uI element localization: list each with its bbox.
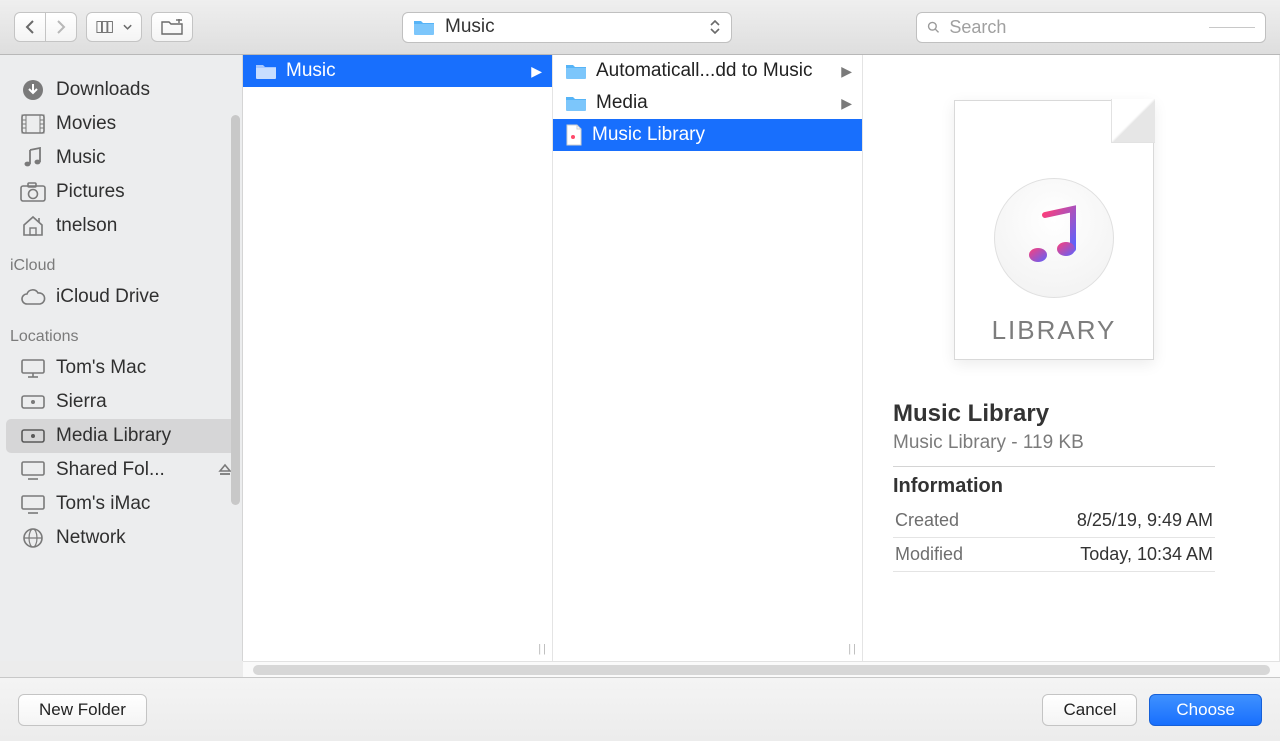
preview-pane: LIBRARY Music Library Music Library - 11… [863, 55, 1245, 661]
sidebar-label: Network [56, 527, 126, 549]
file-row-music-library[interactable]: Music Library [553, 119, 862, 151]
preview-subtitle: Music Library - 119 KB [893, 432, 1215, 467]
folder-row-media[interactable]: Media ▶ [553, 87, 862, 119]
back-button[interactable] [14, 12, 46, 42]
row-label: Media [596, 92, 648, 114]
choose-button[interactable]: Choose [1149, 694, 1262, 726]
dropdown-chevrons-icon [709, 20, 721, 34]
eject-icon[interactable] [218, 463, 232, 477]
sidebar-scrollbar[interactable] [231, 115, 240, 505]
view-mode-button[interactable] [86, 12, 142, 42]
divider [1209, 27, 1255, 28]
desktop-icon [20, 357, 46, 379]
sidebar-label: Pictures [56, 181, 125, 203]
sidebar-item-toms-imac[interactable]: Tom's iMac [0, 487, 242, 521]
nav-back-forward [14, 12, 77, 42]
forward-button[interactable] [45, 12, 77, 42]
sidebar-item-home[interactable]: tnelson [0, 209, 242, 243]
desktop-icon [20, 459, 46, 481]
home-icon [20, 215, 46, 237]
info-value: Today, 10:34 AM [1080, 544, 1213, 565]
search-icon [927, 19, 939, 35]
folder-icon [565, 94, 587, 112]
sidebar-label: Sierra [56, 391, 107, 413]
chevron-right-icon: ▶ [841, 63, 852, 80]
info-key: Modified [895, 544, 963, 565]
download-icon [20, 79, 46, 101]
preview-info-heading: Information [893, 475, 1215, 498]
sidebar-item-shared-folder[interactable]: Shared Fol... [0, 453, 242, 487]
sidebar: Downloads Movies Music Pictures tnelson [0, 55, 243, 661]
sidebar-item-toms-mac[interactable]: Tom's Mac [0, 351, 242, 385]
new-folder-toolbar-button[interactable] [151, 12, 193, 42]
info-key: Created [895, 510, 959, 531]
preview-title: Music Library [893, 400, 1215, 428]
folder-icon [255, 62, 277, 80]
main-area: Downloads Movies Music Pictures tnelson [0, 55, 1280, 661]
sidebar-heading-icloud: iCloud [0, 243, 242, 280]
sidebar-item-pictures[interactable]: Pictures [0, 175, 242, 209]
sidebar-item-network[interactable]: Network [0, 521, 242, 555]
column-2: Automaticall...dd to Music ▶ Media ▶ Mus… [553, 55, 863, 661]
globe-icon [20, 527, 46, 549]
music-icon [20, 147, 46, 169]
row-label: Automaticall...dd to Music [596, 60, 812, 82]
column-1: Music ▶ || [243, 55, 553, 661]
sidebar-label: tnelson [56, 215, 117, 237]
column-resize-handle[interactable]: || [848, 643, 858, 655]
sidebar-label: Movies [56, 113, 116, 135]
sidebar-label: iCloud Drive [56, 286, 159, 308]
footer: New Folder Cancel Choose [0, 677, 1280, 741]
new-folder-button[interactable]: New Folder [18, 694, 147, 726]
music-note-icon [1019, 203, 1089, 273]
info-row-modified: Modified Today, 10:34 AM [893, 538, 1215, 572]
sidebar-label: Tom's iMac [56, 493, 150, 515]
search-field[interactable] [916, 12, 1266, 43]
sidebar-label: Shared Fol... [56, 459, 165, 481]
toolbar: Music [0, 0, 1280, 55]
sidebar-heading-locations: Locations [0, 314, 242, 351]
horizontal-scrollbar[interactable] [243, 661, 1280, 677]
drive-icon [20, 425, 46, 447]
sidebar-label: Tom's Mac [56, 357, 146, 379]
chevron-right-icon: ▶ [531, 63, 542, 80]
path-label: Music [445, 16, 495, 38]
chevron-right-icon: ▶ [841, 95, 852, 112]
folder-icon [565, 62, 587, 80]
info-value: 8/25/19, 9:49 AM [1077, 510, 1213, 531]
camera-icon [20, 181, 46, 203]
sidebar-item-icloud-drive[interactable]: iCloud Drive [0, 280, 242, 314]
search-input[interactable] [947, 16, 1200, 39]
path-dropdown[interactable]: Music [402, 12, 732, 43]
sidebar-label: Media Library [56, 425, 171, 447]
movie-icon [20, 113, 46, 135]
column-browser: Music ▶ || Automaticall...dd to Music ▶ … [243, 55, 1280, 661]
folder-row-music[interactable]: Music ▶ [243, 55, 552, 87]
sidebar-item-media-library[interactable]: Media Library [6, 419, 236, 453]
sidebar-item-movies[interactable]: Movies [0, 107, 242, 141]
sidebar-item-downloads[interactable]: Downloads [0, 73, 242, 107]
preview-icon-text: LIBRARY [954, 315, 1154, 346]
sidebar-item-music[interactable]: Music [0, 141, 242, 175]
row-label: Music [286, 60, 336, 82]
column-resize-handle[interactable]: || [538, 643, 548, 655]
preview-icon: LIBRARY [954, 100, 1154, 360]
cloud-icon [20, 286, 46, 308]
sidebar-label: Music [56, 147, 106, 169]
folder-row-auto-add[interactable]: Automaticall...dd to Music ▶ [553, 55, 862, 87]
document-icon [565, 124, 583, 146]
cancel-button[interactable]: Cancel [1042, 694, 1137, 726]
row-label: Music Library [592, 124, 705, 146]
sidebar-label: Downloads [56, 79, 150, 101]
sidebar-item-sierra[interactable]: Sierra [0, 385, 242, 419]
info-row-created: Created 8/25/19, 9:49 AM [893, 504, 1215, 538]
scrollbar-thumb[interactable] [253, 665, 1270, 675]
desktop-icon [20, 493, 46, 515]
drive-icon [20, 391, 46, 413]
folder-icon [413, 18, 435, 36]
